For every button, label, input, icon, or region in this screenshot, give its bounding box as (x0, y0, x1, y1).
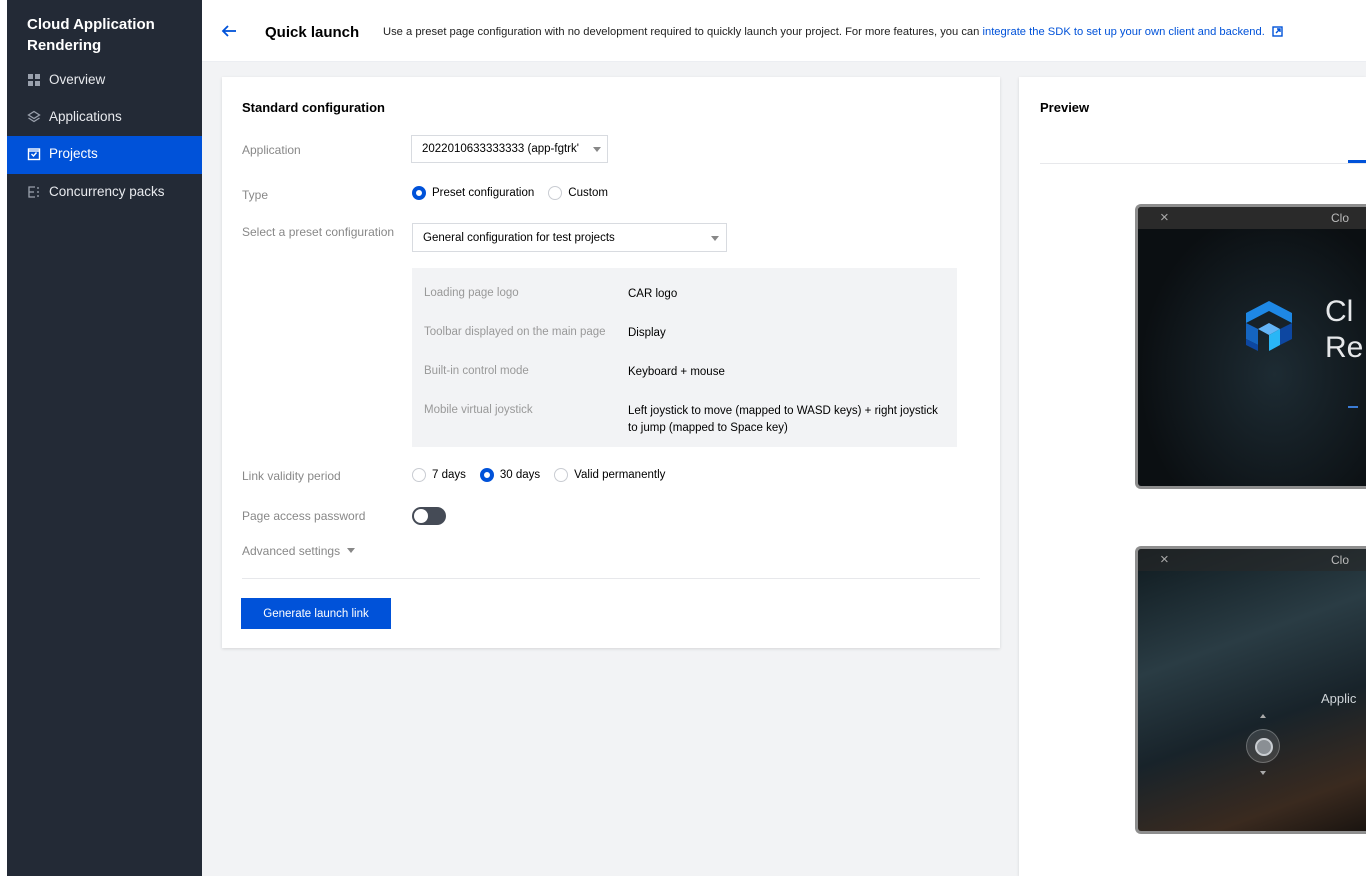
external-link-icon[interactable] (1272, 26, 1283, 37)
progress-indicator (1348, 406, 1358, 408)
preset-label: Select a preset configuration (242, 225, 395, 239)
application-label: Application (242, 143, 301, 157)
validity-option-7-days[interactable]: 7 days (412, 468, 466, 482)
sidebar-item-label: Overview (49, 72, 106, 87)
toggle-knob (414, 509, 428, 523)
type-radio-group: Preset configuration Custom (412, 186, 622, 200)
close-icon[interactable]: × (1160, 552, 1169, 567)
radio-unchecked-icon (548, 186, 563, 200)
radio-label: Valid permanently (574, 469, 666, 481)
close-icon[interactable]: × (1160, 210, 1169, 225)
radio-label: 7 days (432, 469, 466, 481)
project-icon (27, 148, 41, 161)
concurrency-icon (28, 186, 39, 198)
grid-icon (28, 74, 40, 86)
password-label: Page access password (242, 509, 366, 523)
joystick-up-icon (1260, 714, 1266, 718)
detail-value: Keyboard + mouse (628, 366, 725, 378)
type-option-custom[interactable]: Custom (548, 186, 608, 200)
brand-title: Cloud Application Rendering (27, 16, 155, 54)
joystick-knob (1255, 738, 1273, 756)
sidebar: Cloud Application Rendering Overview App… (0, 0, 202, 876)
preview-panel: Preview × Clo Cl Re × Clo Applic (1019, 77, 1366, 876)
sidebar-item-concurrency-packs[interactable]: Concurrency packs (7, 174, 202, 224)
detail-key: Loading page logo (424, 287, 519, 299)
loading-text-line1: Cl (1325, 295, 1354, 328)
generate-launch-link-button[interactable]: Generate launch link (241, 598, 391, 629)
radio-unchecked-icon (554, 468, 569, 482)
car-logo-icon (1246, 301, 1292, 351)
radio-unchecked-icon (412, 468, 426, 482)
sidebar-item-label: Projects (49, 146, 98, 161)
preview-frame-loading: × Clo Cl Re (1135, 204, 1366, 489)
chevron-down-icon (593, 147, 601, 152)
tab-indicator (1348, 160, 1366, 163)
joystick-down-icon (1260, 771, 1266, 775)
validity-option-30-days[interactable]: 30 days (479, 468, 541, 482)
type-option-preset[interactable]: Preset configuration (412, 186, 534, 200)
page-title: Quick launch (265, 24, 360, 41)
sidebar-item-applications[interactable]: Applications (7, 99, 202, 137)
radio-checked-icon (479, 468, 494, 482)
detail-key: Mobile virtual joystick (424, 404, 533, 416)
layers-icon (27, 110, 41, 123)
application-select[interactable]: 2022010633333333 (app-fgtrk' (411, 135, 608, 163)
back-arrow-icon[interactable] (220, 22, 238, 40)
validity-radio-group: 7 days 30 days Valid permanently (412, 468, 679, 482)
application-select-value: 2022010633333333 (app-fgtrk' (422, 143, 579, 155)
chevron-down-icon (711, 236, 719, 241)
advanced-settings-toggle[interactable]: Advanced settings (242, 544, 356, 558)
detail-key: Toolbar displayed on the main page (424, 326, 606, 338)
password-toggle[interactable] (412, 507, 446, 525)
preview-title: Preview (1040, 100, 1090, 115)
frame-title: Clo (1331, 553, 1350, 567)
detail-value: CAR logo (628, 288, 678, 300)
validity-label: Link validity period (242, 469, 341, 483)
divider (242, 578, 980, 579)
advanced-settings-label: Advanced settings (242, 544, 341, 558)
validity-option-permanent[interactable]: Valid permanently (554, 468, 665, 482)
type-label: Type (242, 188, 269, 202)
radio-label: 30 days (499, 469, 541, 481)
radio-label: Preset configuration (432, 187, 535, 199)
page-description: Use a preset page configuration with no … (383, 26, 1283, 38)
sidebar-item-projects[interactable]: Projects (7, 136, 202, 174)
radio-checked-icon (412, 186, 426, 200)
detail-key: Built-in control mode (424, 365, 529, 377)
radio-label: Custom (568, 187, 608, 199)
frame-title: Clo (1331, 211, 1350, 225)
page-header: Quick launch Use a preset page configura… (202, 0, 1366, 62)
chevron-down-icon (347, 548, 356, 553)
loading-text-line2: Re (1325, 331, 1364, 364)
preset-select-value: General configuration for test projects (423, 231, 615, 244)
sdk-link[interactable]: integrate the SDK to set up your own cli… (982, 26, 1264, 38)
detail-value: Display (628, 327, 666, 339)
divider (1040, 163, 1366, 164)
sidebar-item-label: Concurrency packs (49, 184, 165, 199)
sidebar-item-label: Applications (49, 109, 122, 124)
preset-details-panel: Loading page logo CAR logo Toolbar displ… (412, 268, 957, 447)
sidebar-item-overview[interactable]: Overview (7, 62, 202, 100)
preset-select[interactable]: General configuration for test projects (412, 223, 727, 252)
frame-app-text: Applic (1321, 691, 1357, 706)
preview-frame-joystick: × Clo Applic (1135, 546, 1366, 834)
detail-value: Left joystick to move (mapped to WASD ke… (628, 405, 938, 434)
standard-configuration-card: Standard configuration Application 20220… (222, 77, 1000, 648)
card-title: Standard configuration (242, 100, 385, 115)
description-text: Use a preset page configuration with no … (383, 26, 980, 38)
virtual-joystick[interactable] (1246, 729, 1280, 763)
